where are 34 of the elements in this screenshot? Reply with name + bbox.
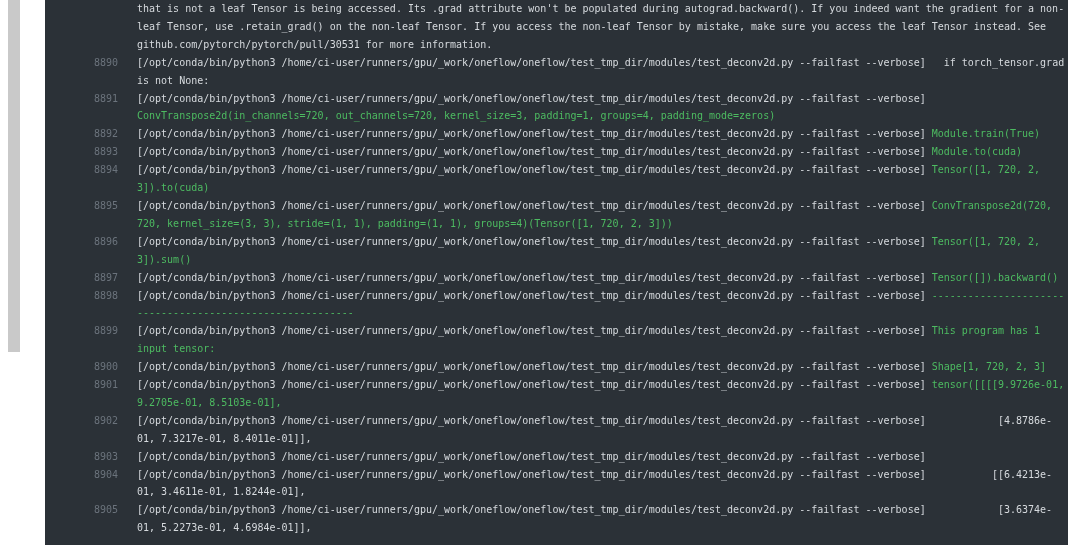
line-number: 8903 [92, 449, 118, 464]
line-number: 8894 [92, 163, 118, 178]
line-number: 8899 [92, 324, 118, 339]
log-line: [/opt/conda/bin/python3 /home/ci-user/runners/gpu/_work/oneflow/oneflow/test_tmp_dir/modules/test_deconv2d.py --failfast --verbose] if torch_tensor.grad is not None: [137, 55, 1066, 88]
log-line: [/opt/conda/bin/python3 /home/ci-user/runners/gpu/_work/oneflow/oneflow/test_tmp_dir/modules/test_deconv2d.py --failfast --verbose] Shape[1, 720, 2, 3] [137, 360, 1048, 375]
line-number: 8897 [92, 270, 118, 285]
log-line: [/opt/conda/bin/python3 /home/ci-user/runners/gpu/_work/oneflow/oneflow/test_tmp_dir/modules/test_deconv2d.py --failfast --verbose] [[6.4213e-01, 3.4611e-01, 1.8244e-01], [137, 467, 1054, 500]
log-line: [/opt/conda/bin/python3 /home/ci-user/runners/gpu/_work/oneflow/oneflow/test_tmp_dir/modules/test_deconv2d.py --failfast --verbose] Tensor([1, 720, 2, 3]).sum() [137, 234, 1042, 267]
log-line: [/opt/conda/bin/python3 /home/ci-user/runners/gpu/_work/oneflow/oneflow/test_tmp_dir/modules/test_deconv2d.py --failfast --verbose] [3.6374e-01, 5.2273e-01, 4.6984e-01]], [137, 503, 1054, 536]
log-line: [/opt/conda/bin/python3 /home/ci-user/runners/gpu/_work/oneflow/oneflow/test_tmp_dir/modules/test_deconv2d.py --failfast --verbose] Module.train(True) [137, 127, 1042, 142]
line-number: 8893 [92, 145, 118, 160]
line-number: 8891 [92, 91, 118, 106]
line-number: 8902 [92, 413, 118, 428]
line-number: 8892 [92, 127, 118, 142]
line-number: 8898 [92, 288, 118, 303]
log-line: [/opt/conda/bin/python3 /home/ci-user/runners/gpu/_work/oneflow/oneflow/test_tmp_dir/modules/test_deconv2d.py --failfast --verbose] Tensor([1, 720, 2, 3]).to(cuda) [137, 163, 1042, 196]
log-line: [/opt/conda/bin/python3 /home/ci-user/runners/gpu/_work/oneflow/oneflow/test_tmp_dir/modules/test_deconv2d.py --failfast --verbose] tensor([[[[9.9726e-01, 9.2705e-01, 8.5103e-01], [137, 378, 1066, 410]
log-line: [/opt/conda/bin/python3 /home/ci-user/runners/gpu/_work/oneflow/oneflow/test_tmp_dir/modules/test_deconv2d.py --failfast --verbose] ---------------------------------------------------------- [137, 288, 1066, 321]
line-number: 8901 [92, 378, 118, 393]
scrollbar[interactable] [8, 0, 20, 352]
line-number: 8904 [92, 467, 118, 482]
log-line: [/opt/conda/bin/python3 /home/ci-user/runners/gpu/_work/oneflow/oneflow/test_tmp_dir/modules/test_deconv2d.py --failfast --verbose] ConvTranspose2d(in_channels=720, out_channels=720, kernel_size=3, padding=1, groups=4, padding_mode=zeros) [137, 91, 927, 124]
line-number: 8900 [92, 360, 118, 375]
log-line: [/opt/conda/bin/python3 /home/ci-user/runners/gpu/_work/oneflow/oneflow/test_tmp_dir/modules/test_deconv2d.py --failfast --verbose] Tensor([]).backward() [137, 270, 1060, 286]
log-line: [/opt/conda/bin/python3 /home/ci-user/runners/gpu/_work/oneflow/oneflow/test_tmp_dir/modules/test_deconv2d.py --failfast --verbose] ConvTranspose2d(720, 720, kernel_size=(3, 3), stride=(1, 1), padding=(1, 1), groups=4)(Tensor([1, 720, 2, 3])) [137, 198, 1054, 232]
log-line: [/opt/conda/bin/python3 /home/ci-user/runners/gpu/_work/oneflow/oneflow/test_tmp_dir/modules/test_deconv2d.py --failfast --verbose] [4.8786e-01, 7.3217e-01, 8.4011e-01]], [137, 413, 1054, 446]
log-line: that is not a leaf Tensor is being accessed. Its .grad attribute won't be populated during autograd.backward(). If you indeed want the gradient for a non-leaf Tensor, use .retain_grad() on the non-leaf Tensor. If you access the non-leaf Tensor by mistake, make sure you access the leaf Tensor instead. See github.com/pytorch/pytorch/pull/30531 for more information. [137, 2, 1066, 52]
line-number: 8890 [92, 55, 118, 70]
line-number: 8905 [92, 503, 118, 518]
log-line: [/opt/conda/bin/python3 /home/ci-user/runners/gpu/_work/oneflow/oneflow/test_tmp_dir/modules/test_deconv2d.py --failfast --verbose] This program has 1 input tensor: [137, 324, 1042, 357]
line-number: 8895 [92, 198, 118, 213]
log-line: [/opt/conda/bin/python3 /home/ci-user/runners/gpu/_work/oneflow/oneflow/test_tmp_dir/modules/test_deconv2d.py --failfast --verbose] Module.to(cuda) [137, 145, 1024, 160]
line-number: 8896 [92, 234, 118, 249]
log-line: [/opt/conda/bin/python3 /home/ci-user/runners/gpu/_work/oneflow/oneflow/test_tmp_dir/modules/test_deconv2d.py --failfast --verbose] [137, 449, 927, 465]
